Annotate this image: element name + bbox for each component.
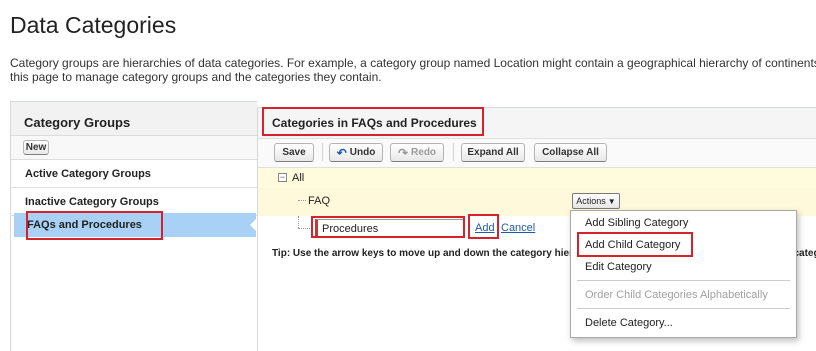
inactive-category-groups[interactable]: Inactive Category Groups (11, 188, 257, 216)
redo-icon: ↷ (397, 145, 409, 160)
new-group-button[interactable]: New (23, 140, 49, 155)
tree-node-faq-label: FAQ (308, 195, 331, 207)
toolbar-separator (322, 143, 323, 161)
actions-label: Actions (576, 196, 606, 206)
tree-connector (298, 228, 312, 229)
toolbar-separator (453, 143, 454, 161)
menu-separator (577, 280, 790, 281)
expand-all-button[interactable]: Expand All (461, 143, 525, 162)
undo-label: Undo (349, 147, 376, 158)
collapse-all-button[interactable]: Collapse All (534, 143, 607, 162)
categories-toolbar: Save ↶ Undo ↷ Redo Expand All Collapse A… (258, 139, 816, 168)
caret-down-icon: ▼ (607, 196, 616, 206)
new-group-bar: New (11, 135, 257, 160)
group-item-faqs-and-procedures[interactable]: FAQs and Procedures (14, 213, 256, 237)
selection-pointer (250, 218, 257, 232)
tree-connector (298, 216, 299, 228)
collapse-all-label: Collapse All (542, 147, 599, 158)
save-label: Save (282, 147, 306, 158)
category-groups-header: Category Groups (11, 102, 257, 135)
menu-separator (577, 308, 790, 309)
active-groups-label: Active Category Groups (25, 168, 151, 180)
active-category-groups[interactable]: Active Category Groups (11, 160, 257, 188)
actions-menu-button[interactable]: Actions ▼ (572, 193, 620, 209)
inactive-groups-label: Inactive Category Groups (25, 196, 159, 208)
page-description: Category groups are hierarchies of data … (10, 56, 816, 84)
cancel-link[interactable]: Cancel (501, 222, 535, 234)
undo-icon: ↶ (336, 145, 347, 160)
redo-button[interactable]: ↷ Redo (390, 143, 444, 162)
category-groups-heading: Category Groups (24, 115, 131, 130)
categories-header: Categories in FAQs and Procedures (258, 108, 816, 139)
description-line-1: Category groups are hierarchies of data … (10, 56, 816, 70)
undo-button[interactable]: ↶ Undo (329, 143, 383, 162)
add-category-link[interactable]: Add (475, 222, 495, 234)
actions-dropdown-menu: Add Sibling Category Add Child Category … (570, 210, 797, 338)
menu-item-delete-category[interactable]: Delete Category... (585, 317, 673, 329)
save-button[interactable]: Save (274, 143, 314, 162)
menu-item-add-child-category[interactable]: Add Child Category (585, 239, 680, 251)
minus-icon[interactable]: − (278, 173, 287, 182)
menu-item-add-sibling-category[interactable]: Add Sibling Category (585, 217, 688, 229)
menu-item-edit-category[interactable]: Edit Category (585, 261, 652, 273)
categories-heading: Categories in FAQs and Procedures (272, 116, 477, 130)
group-item-label: FAQs and Procedures (27, 219, 142, 231)
tree-node-all[interactable]: − All (258, 168, 816, 188)
tree-node-all-label: All (292, 172, 305, 184)
description-line-2: this page to manage category groups and … (10, 70, 382, 84)
tree-connector (298, 200, 306, 201)
redo-label: Redo (411, 147, 437, 158)
expand-all-label: Expand All (467, 147, 519, 158)
category-name-input[interactable] (315, 219, 465, 238)
page-title: Data Categories (10, 12, 177, 38)
menu-item-order-alphabetically: Order Child Categories Alphabetically (585, 289, 768, 301)
